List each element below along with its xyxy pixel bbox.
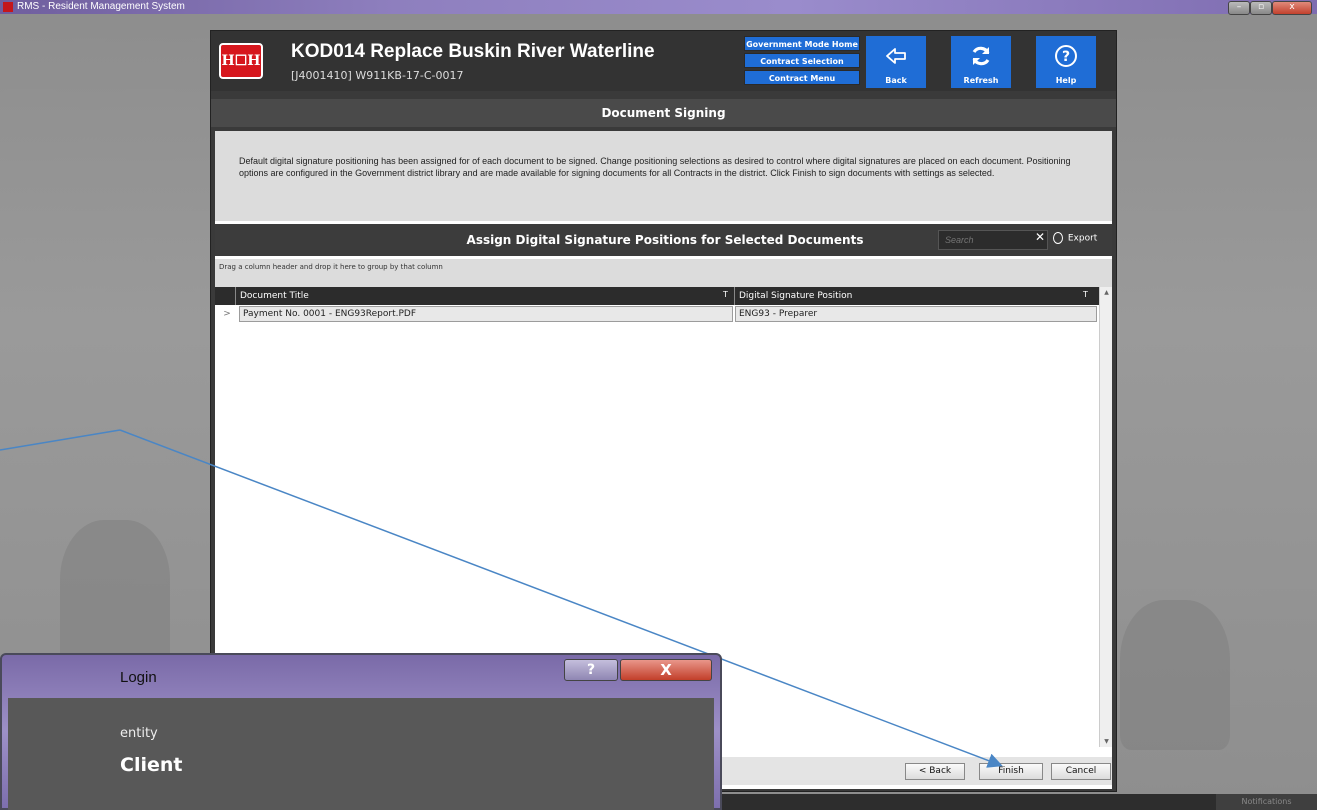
scroll-down-icon[interactable]: ▼ xyxy=(1102,738,1111,745)
contract-title: KOD014 Replace Buskin River Waterline xyxy=(291,41,655,62)
background-figure-left xyxy=(60,520,170,670)
finish-button[interactable]: Finish xyxy=(979,763,1043,780)
grid-title: Assign Digital Signature Positions for S… xyxy=(466,233,864,247)
export-label: Export xyxy=(1067,233,1098,244)
nav-links: Government Mode Home Contract Selection … xyxy=(744,36,860,88)
contract-selection-link[interactable]: Contract Selection xyxy=(744,53,860,68)
back-nav-button[interactable]: Back xyxy=(866,36,926,88)
minimize-button[interactable]: – xyxy=(1228,1,1250,15)
help-nav-button[interactable]: ? Help xyxy=(1036,36,1096,88)
section-title: Document Signing xyxy=(211,99,1116,127)
column-header-label: Document Title xyxy=(240,291,309,301)
cancel-button[interactable]: Cancel xyxy=(1051,763,1111,780)
scroll-up-icon[interactable]: ▲ xyxy=(1102,289,1111,296)
contract-subtitle: [J4001410] W911KB-17-C-0017 xyxy=(291,69,464,82)
refresh-icon xyxy=(972,46,990,66)
contract-menu-link[interactable]: Contract Menu xyxy=(744,70,860,85)
app-header: H☐H KOD014 Replace Buskin River Waterlin… xyxy=(211,31,1116,91)
login-identity-text: entity xyxy=(120,726,158,741)
dialog-close-button[interactable]: X xyxy=(620,659,712,681)
filter-icon[interactable]: T xyxy=(1083,290,1088,299)
government-mode-home-link[interactable]: Government Mode Home xyxy=(744,36,860,51)
clear-search-icon[interactable]: ✕ xyxy=(1035,230,1045,244)
column-header-document-title[interactable]: Document Title xyxy=(235,287,732,305)
signature-position-cell[interactable]: ENG93 - Preparer xyxy=(735,306,1097,322)
help-icon: ? xyxy=(1055,45,1077,67)
grid-scrollbar[interactable]: ▲ ▼ xyxy=(1099,287,1112,747)
window-title: RMS - Resident Management System xyxy=(17,1,185,12)
export-button[interactable]: Export xyxy=(1053,232,1097,244)
close-window-button[interactable]: x xyxy=(1272,1,1312,15)
export-icon xyxy=(1053,232,1063,244)
svg-text:?: ? xyxy=(1062,49,1070,65)
back-arrow-icon xyxy=(886,48,906,64)
app-logo-icon xyxy=(3,2,13,12)
dialog-help-button[interactable]: ? xyxy=(564,659,618,681)
filter-icon[interactable]: T xyxy=(723,290,728,299)
help-nav-label: Help xyxy=(1055,76,1077,85)
group-by-panel[interactable]: Drag a column header and drop it here to… xyxy=(215,259,1112,287)
document-title-cell[interactable]: Payment No. 0001 - ENG93Report.PDF xyxy=(239,306,733,322)
login-dialog-body: entity Client xyxy=(8,698,714,810)
maximize-button[interactable]: ▫ xyxy=(1250,1,1272,15)
column-header-signature-position[interactable]: Digital Signature Position xyxy=(734,287,1099,305)
grid-header: Assign Digital Signature Positions for S… xyxy=(215,224,1112,256)
search-input[interactable] xyxy=(938,230,1048,250)
table-row[interactable]: > Payment No. 0001 - ENG93Report.PDF ENG… xyxy=(215,305,1112,323)
window-title-bar: RMS - Resident Management System – ▫ x xyxy=(0,0,1317,15)
intro-text: Default digital signature positioning ha… xyxy=(215,131,1112,221)
back-nav-label: Back xyxy=(885,76,907,85)
notifications-button[interactable]: Notifications xyxy=(1216,794,1317,810)
refresh-nav-label: Refresh xyxy=(963,76,999,85)
back-button[interactable]: < Back xyxy=(905,763,965,780)
column-header-label: Digital Signature Position xyxy=(739,291,853,301)
usace-castle-icon: H☐H xyxy=(219,43,263,79)
login-dialog-title: Login xyxy=(120,669,157,686)
login-client-text: Client xyxy=(120,754,183,776)
login-dialog: Login ? X entity Client xyxy=(0,653,722,810)
background-figure-right xyxy=(1120,600,1230,750)
refresh-nav-button[interactable]: Refresh xyxy=(951,36,1011,88)
row-expand-icon[interactable]: > xyxy=(215,305,239,323)
column-headers: Document Title T Digital Signature Posit… xyxy=(215,287,1112,305)
